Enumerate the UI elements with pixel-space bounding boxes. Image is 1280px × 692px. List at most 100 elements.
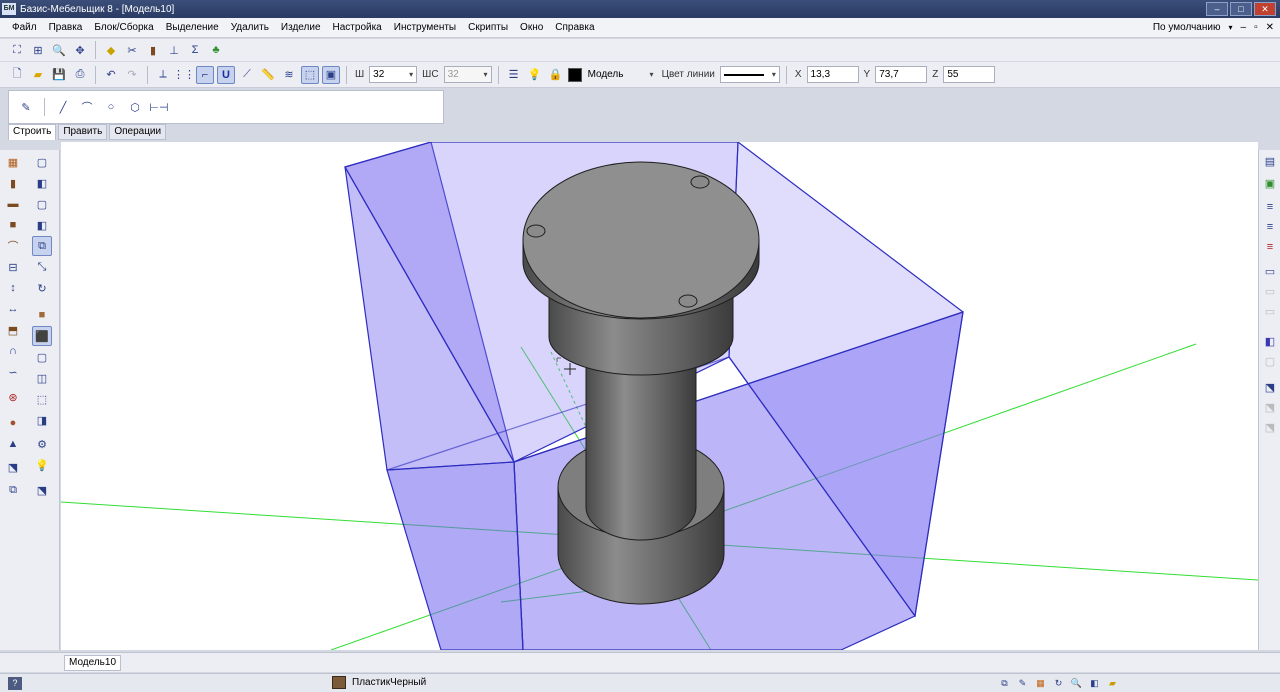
dimension-icon[interactable]: ⊢⊣ [149, 98, 168, 116]
component-icon[interactable]: ◆ [102, 41, 120, 59]
workspace-dropdown[interactable]: По умолчанию [1153, 22, 1221, 33]
light-icon[interactable]: 💡 [32, 455, 52, 475]
vertical-dimension-icon[interactable]: ↕ [3, 278, 23, 298]
right-tool-11-icon[interactable]: ⬔ [1261, 378, 1279, 396]
sum-icon[interactable]: Σ [186, 41, 204, 59]
new-file-icon[interactable]: 🗋 [8, 66, 26, 84]
tree-view-icon[interactable]: ⧉ [997, 676, 1012, 691]
close-button[interactable]: ✕ [1254, 2, 1276, 16]
solid-box-icon[interactable]: ⬛ [32, 326, 52, 346]
cube-icon[interactable]: ◧ [32, 173, 52, 193]
lock-icon[interactable]: 🔒 [547, 66, 565, 84]
camera-icon[interactable]: ⚙ [32, 434, 52, 454]
layout-icon[interactable]: ◨ [32, 410, 52, 430]
revolve-icon[interactable]: ⊛ [3, 387, 23, 407]
rotate-view-icon[interactable]: ↻ [1051, 676, 1066, 691]
menu-block[interactable]: Блок/Сборка [88, 22, 159, 33]
right-tool-1-icon[interactable]: ▤ [1261, 152, 1279, 170]
vertical-panel-icon[interactable]: ▮ [3, 173, 23, 193]
lightbulb-icon[interactable]: 💡 [526, 66, 544, 84]
wire-box-icon[interactable]: ▢ [32, 347, 52, 367]
model-viewport[interactable] [61, 142, 1258, 650]
menu-window[interactable]: Окно [514, 22, 549, 33]
zoom-view-icon[interactable]: 🔍 [1069, 676, 1084, 691]
right-tool-3-icon[interactable]: ≡ [1261, 198, 1279, 216]
menu-settings[interactable]: Настройка [327, 22, 388, 33]
wardrobe-icon[interactable]: ▦ [3, 152, 23, 172]
right-tool-13-icon[interactable]: ⬔ [1261, 418, 1279, 436]
print-icon[interactable]: ⎙ [71, 66, 89, 84]
ruler-icon[interactable]: 📏 [259, 66, 277, 84]
zoom-icon[interactable]: 🔍 [50, 41, 68, 59]
draw-tool-icon[interactable]: ✎ [17, 98, 35, 116]
arch-icon[interactable]: ∩ [3, 341, 23, 361]
zoom-window-icon[interactable]: ⊞ [29, 41, 47, 59]
horizontal-panel-icon[interactable]: ▬ [3, 194, 23, 214]
texture-icon[interactable]: ▰ [1105, 676, 1120, 691]
right-tool-8-icon[interactable]: ▭ [1261, 302, 1279, 320]
line-icon[interactable]: ╱ [54, 98, 72, 116]
help-icon[interactable]: ? [8, 677, 22, 690]
z-coordinate-field[interactable]: 55 [943, 66, 996, 83]
magnet-icon[interactable]: U [217, 65, 235, 84]
wire-cube-icon[interactable]: ◫ [32, 368, 52, 388]
properties-icon[interactable]: ▦ [1033, 676, 1048, 691]
materials-icon[interactable]: ⬔ [32, 480, 52, 500]
frame-select-icon[interactable]: ▣ [322, 65, 340, 84]
right-tool-12-icon[interactable]: ⬔ [1261, 398, 1279, 416]
open-folder-icon[interactable]: ▰ [29, 66, 47, 84]
document-tab[interactable]: Модель10 [64, 655, 122, 671]
right-tool-9-icon[interactable]: ◧ [1261, 332, 1279, 350]
axis-icon[interactable]: ⟂ [154, 66, 172, 84]
right-tool-2-icon[interactable]: ▣ [1261, 174, 1279, 192]
doc-minimize-button[interactable]: – [1241, 22, 1247, 33]
menu-tools[interactable]: Инструменты [388, 22, 462, 33]
rotate-icon[interactable]: ↻ [32, 278, 52, 298]
pan-icon[interactable]: ✥ [71, 41, 89, 59]
pyramid-icon[interactable]: ▲ [3, 434, 23, 454]
doc-close-button[interactable]: ✕ [1266, 22, 1274, 33]
tree-icon[interactable]: ♣ [207, 41, 225, 59]
panel-icon[interactable]: ▮ [144, 41, 162, 59]
horizontal-dimension-icon[interactable]: ↔ [3, 299, 23, 319]
box-icon[interactable]: ▢ [32, 152, 52, 172]
polyline-icon[interactable]: ⌒ [78, 98, 96, 116]
menu-selection[interactable]: Выделение [160, 22, 225, 33]
menu-help[interactable]: Справка [549, 22, 600, 33]
material-indicator[interactable]: ПластикЧерный [332, 676, 426, 689]
front-panel-icon[interactable]: ■ [3, 215, 23, 235]
right-tool-5-icon[interactable]: ≡ [1261, 238, 1279, 256]
menu-scripts[interactable]: Скрипты [462, 22, 514, 33]
sweep-icon[interactable]: ∽ [3, 362, 23, 382]
right-tool-10-icon[interactable]: ▢ [1261, 352, 1279, 370]
section-icon[interactable]: ⊟ [3, 257, 23, 277]
line-type-dropdown[interactable] [719, 66, 780, 83]
tab-build[interactable]: Строить [8, 124, 57, 140]
width-field[interactable]: 32 [369, 66, 418, 83]
ortho-icon[interactable]: ⌐ [196, 65, 214, 84]
width2-field[interactable]: 32 [443, 66, 492, 83]
sphere-icon[interactable]: ● [3, 413, 23, 433]
right-tool-4-icon[interactable]: ≡ [1261, 218, 1279, 236]
layers-icon[interactable]: ≋ [280, 66, 298, 84]
menu-edit[interactable]: Правка [43, 22, 89, 33]
minimize-button[interactable]: – [1206, 2, 1228, 16]
zoom-extents-icon[interactable]: ⛶ [8, 41, 26, 59]
grid-icon[interactable]: ⋮⋮ [173, 66, 195, 84]
layer-dropdown[interactable]: Модель [585, 66, 657, 83]
stamp-icon[interactable]: ⊥ [165, 41, 183, 59]
undo-icon[interactable]: ↶ [102, 66, 120, 84]
solid-icon[interactable]: ■ [32, 305, 52, 325]
extrude-icon[interactable]: ⬒ [3, 320, 23, 340]
cut-icon[interactable]: ✂ [123, 41, 141, 59]
save-icon[interactable]: 💾 [50, 66, 68, 84]
tab-operations[interactable]: Операции [109, 124, 167, 140]
polygon-icon[interactable]: ⬡ [126, 98, 144, 116]
snap-icon[interactable]: ⟋ [238, 66, 256, 84]
y-coordinate-field[interactable]: 73,7 [875, 66, 928, 83]
hatch-icon[interactable]: ☰ [505, 66, 523, 84]
render-icon[interactable]: ◧ [1087, 676, 1102, 691]
menu-delete[interactable]: Удалить [225, 22, 275, 33]
right-tool-6-icon[interactable]: ▭ [1261, 262, 1279, 280]
block-icon[interactable]: ⬔ [3, 457, 23, 477]
